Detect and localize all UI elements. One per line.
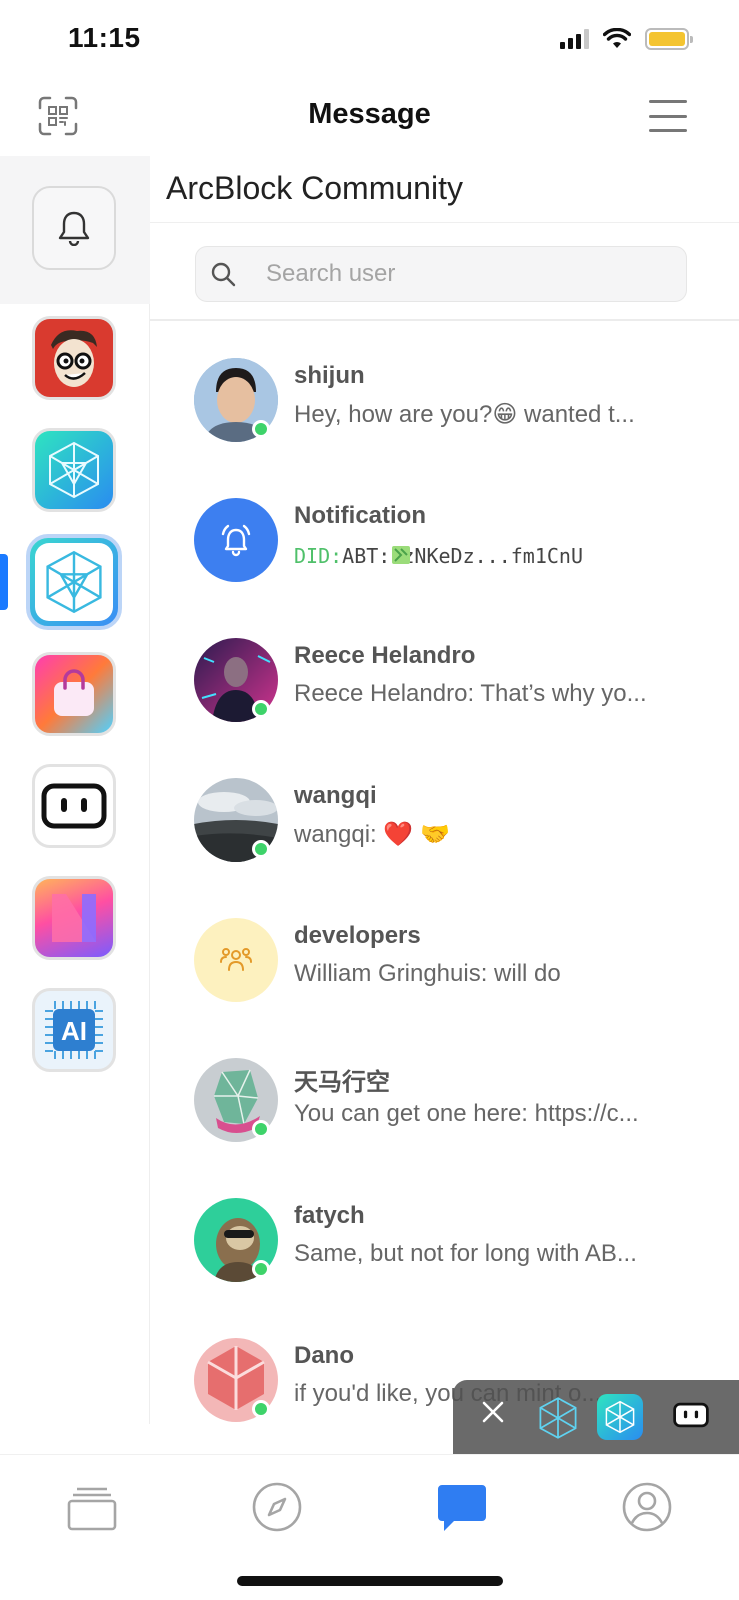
chat-preview: Hey, how are you?😁 wanted t...	[294, 401, 635, 428]
rail-app-avatar-nerd[interactable]	[32, 316, 116, 400]
robot-face-icon	[41, 783, 107, 829]
avatar	[194, 918, 278, 1002]
divider	[150, 222, 739, 223]
search-icon	[211, 262, 236, 287]
bell-icon	[58, 211, 90, 246]
chat-name: 天马行空	[294, 1069, 390, 1096]
did-address: DID:ABT: zNKeDz...fm1CnU	[294, 544, 726, 568]
rail-app-bot[interactable]	[32, 764, 116, 848]
chat-item-tianmaxingkong[interactable]: 天马行空 You can get one here: https://c...	[150, 1030, 739, 1170]
floating-app-bot[interactable]	[673, 1402, 709, 1432]
arcblock-logo-icon	[49, 441, 99, 499]
wallet-icon	[67, 1487, 117, 1531]
rail-app-arcblock[interactable]	[32, 428, 116, 512]
arcblock-logo-icon	[605, 1400, 635, 1434]
chat-name: wangqi	[294, 782, 377, 809]
profile-icon	[622, 1482, 672, 1532]
chat-name: Notification	[294, 502, 426, 529]
chat-item-fatych[interactable]: fatych Same, but not for long with AB...	[150, 1170, 739, 1310]
online-indicator	[252, 1260, 270, 1278]
chat-item-notification[interactable]: Notification DID:ABT: zNKeDz...fm1CnU	[150, 470, 739, 610]
menu-line	[649, 129, 687, 132]
chat-preview: William Gringhuis: will do	[294, 960, 561, 987]
notifications-button[interactable]	[32, 186, 116, 270]
chat-item-reece-helandro[interactable]: Reece Helandro Reece Helandro: That’s wh…	[150, 610, 739, 750]
ai-chip-icon: AI	[45, 1001, 103, 1059]
rail-app-inner	[35, 543, 113, 621]
community-rail: AI	[0, 156, 150, 1424]
chat-preview: Reece Helandro: That’s why yo...	[294, 680, 647, 707]
menu-line	[649, 114, 687, 118]
battery-icon	[645, 28, 693, 50]
chat-name: Dano	[294, 1342, 354, 1369]
did-prefix: DID:	[294, 544, 343, 568]
floating-app-arcblock-outline[interactable]	[537, 1396, 579, 1439]
chat-name: fatych	[294, 1202, 365, 1229]
chat-item-wangqi[interactable]: wangqi wangqi: ❤️ 🤝	[150, 750, 739, 890]
rail-app-arcblock-community[interactable]	[26, 534, 122, 630]
rail-notification-area	[0, 156, 150, 304]
close-button[interactable]	[475, 1398, 511, 1434]
chat-item-shijun[interactable]: shijun Hey, how are you?😁 wanted t...	[150, 330, 739, 470]
wifi-icon	[603, 28, 631, 48]
arcblock-outline-icon	[539, 1397, 577, 1439]
group-icon	[220, 948, 252, 971]
online-indicator	[252, 1120, 270, 1138]
divider	[150, 319, 739, 321]
cartoon-face-icon	[51, 330, 97, 387]
floating-app-switcher	[453, 1380, 739, 1454]
close-icon	[482, 1401, 504, 1423]
chat-preview: You can get one here: https://c...	[294, 1100, 639, 1127]
rail-app-n[interactable]	[32, 876, 116, 960]
status-icons	[560, 28, 693, 50]
rail-active-indicator	[0, 554, 8, 610]
online-indicator	[252, 420, 270, 438]
did-value: ABT: zNKeDz...fm1CnU	[342, 544, 583, 568]
signal-icon	[560, 29, 589, 49]
chat-preview: Same, but not for long with AB...	[294, 1240, 637, 1267]
search-input[interactable]	[266, 260, 646, 288]
search-box[interactable]	[195, 246, 687, 302]
rail-app-ai[interactable]: AI	[32, 988, 116, 1072]
alarm-bell-icon	[221, 524, 251, 557]
header: Message	[0, 80, 739, 156]
chat-name: developers	[294, 922, 421, 949]
page-title: Message	[308, 98, 431, 130]
chat-name: shijun	[294, 362, 365, 389]
tab-wallet[interactable]	[62, 1477, 122, 1537]
chat-preview: wangqi: ❤️ 🤝	[294, 821, 450, 848]
avatar	[194, 498, 278, 582]
shopping-bag-icon	[54, 669, 94, 716]
did-badge-icon	[392, 546, 410, 564]
message-icon	[438, 1485, 486, 1531]
robot-face-icon	[673, 1402, 709, 1428]
arcblock-community-logo-icon	[46, 550, 102, 614]
menu-line	[649, 100, 687, 103]
status-bar: 11:15	[0, 0, 739, 80]
chat-item-developers[interactable]: developers William Gringhuis: will do	[150, 890, 739, 1030]
online-indicator	[252, 840, 270, 858]
tab-message[interactable]	[432, 1477, 492, 1537]
tab-profile[interactable]	[617, 1477, 677, 1537]
n-logo-icon	[52, 894, 96, 942]
compass-icon	[252, 1482, 302, 1532]
online-indicator	[252, 1400, 270, 1418]
floating-app-arcblock[interactable]	[597, 1394, 643, 1440]
svg-text:AI: AI	[61, 1016, 87, 1046]
community-title: ArcBlock Community	[166, 170, 463, 206]
menu-button[interactable]	[649, 100, 687, 132]
rail-app-store[interactable]	[32, 652, 116, 736]
online-indicator	[252, 700, 270, 718]
home-indicator	[237, 1576, 503, 1586]
tab-explore[interactable]	[247, 1477, 307, 1537]
chat-name: Reece Helandro	[294, 642, 476, 669]
status-time: 11:15	[68, 22, 141, 53]
